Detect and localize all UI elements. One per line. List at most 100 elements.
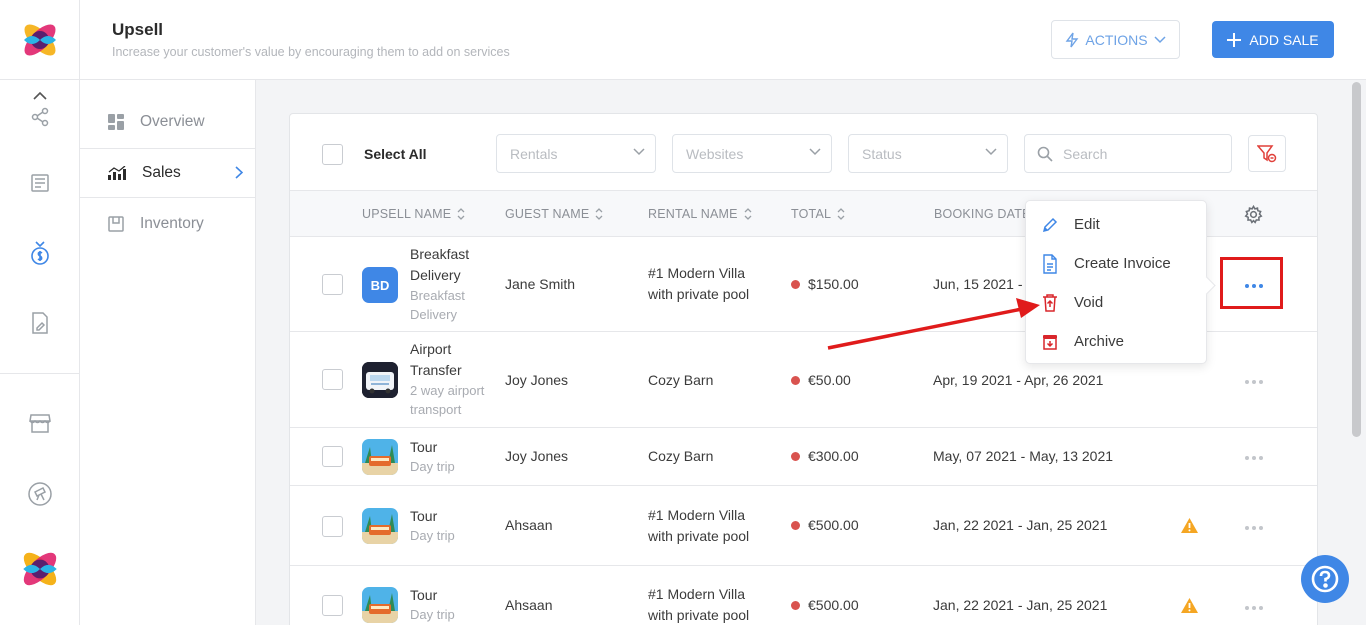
total-amount: $150.00 bbox=[791, 276, 859, 292]
search-input[interactable] bbox=[1063, 145, 1213, 162]
annotation-highlight-box bbox=[1220, 257, 1283, 309]
table-row[interactable]: Tour Day trip Ahsaan #1 Modern Villa with… bbox=[290, 566, 1317, 625]
app-logo-icon[interactable] bbox=[18, 18, 62, 62]
document-edit-icon[interactable] bbox=[26, 309, 54, 337]
table-row[interactable]: Tour Day trip Joy Jones Cozy Barn €300.0… bbox=[290, 428, 1317, 486]
status-dot bbox=[791, 520, 800, 530]
invoice-icon bbox=[1043, 253, 1057, 274]
chevron-right-icon bbox=[235, 166, 243, 179]
left-rail bbox=[0, 0, 80, 625]
top-bar: Upsell Increase your customer's value by… bbox=[80, 0, 1366, 80]
help-icon bbox=[1311, 565, 1339, 593]
upsell-description: Day trip bbox=[410, 459, 455, 474]
menu-label-create-invoice: Create Invoice bbox=[1074, 255, 1171, 272]
row-checkbox[interactable] bbox=[322, 516, 343, 537]
vertical-scrollbar[interactable] bbox=[1352, 82, 1361, 437]
chevron-down-icon bbox=[985, 148, 997, 156]
actions-button[interactable]: ACTIONS bbox=[1051, 20, 1180, 59]
subnav-item-sales[interactable]: Sales bbox=[80, 148, 255, 198]
tour-bus-image bbox=[362, 439, 398, 475]
sort-icon bbox=[837, 208, 845, 220]
help-button[interactable] bbox=[1301, 555, 1349, 603]
chevron-down-icon bbox=[1154, 35, 1166, 43]
column-header-guest-name[interactable]: GUEST NAME bbox=[505, 207, 603, 221]
sort-icon bbox=[595, 208, 603, 220]
collapse-up-icon[interactable] bbox=[26, 86, 54, 104]
status-dot bbox=[791, 375, 800, 385]
upsell-name: Tour bbox=[410, 587, 438, 603]
status-placeholder: Status bbox=[862, 145, 902, 162]
moneybag-icon[interactable] bbox=[26, 239, 54, 267]
more-options-icon[interactable] bbox=[1236, 518, 1272, 538]
row-checkbox[interactable] bbox=[322, 274, 343, 295]
menu-item-void[interactable]: Void bbox=[1026, 283, 1206, 322]
subnav-item-inventory[interactable]: Inventory bbox=[80, 199, 255, 249]
rental-name: #1 Modern Villa with private pool bbox=[648, 265, 750, 302]
subnav-label-inventory: Inventory bbox=[140, 215, 204, 232]
telescope-icon[interactable] bbox=[26, 480, 54, 508]
row-checkbox[interactable] bbox=[322, 595, 343, 616]
menu-item-edit[interactable]: Edit bbox=[1026, 205, 1206, 244]
upsell-name: Tour bbox=[410, 508, 438, 524]
table-row[interactable]: Tour Day trip Ahsaan #1 Modern Villa with… bbox=[290, 486, 1317, 566]
upsell-description: Day trip bbox=[410, 528, 455, 543]
column-header-booking-dates[interactable]: BOOKING DATES bbox=[934, 207, 1039, 221]
booking-dates: Jan, 22 2021 - Jan, 25 2021 bbox=[933, 597, 1108, 613]
booking-dates: May, 07 2021 - May, 13 2021 bbox=[933, 448, 1114, 464]
websites-dropdown[interactable]: Websites bbox=[672, 134, 832, 173]
more-options-icon[interactable] bbox=[1236, 372, 1272, 392]
sales-chart-icon bbox=[108, 166, 126, 180]
total-amount: €500.00 bbox=[791, 597, 859, 613]
sales-table-card: Select All Rentals Websites Status UPSEL… bbox=[289, 113, 1318, 625]
column-header-upsell-name[interactable]: UPSELL NAME bbox=[362, 207, 465, 221]
plus-icon bbox=[1227, 32, 1242, 47]
sort-icon bbox=[457, 208, 465, 220]
clear-filter-button[interactable] bbox=[1248, 135, 1286, 172]
add-sale-button[interactable]: ADD SALE bbox=[1212, 21, 1334, 58]
row-checkbox[interactable] bbox=[322, 446, 343, 467]
rental-name: #1 Modern Villa with private pool bbox=[648, 586, 750, 623]
more-options-icon[interactable] bbox=[1236, 598, 1272, 618]
gear-icon[interactable] bbox=[1244, 205, 1263, 224]
websites-placeholder: Websites bbox=[686, 145, 744, 162]
share-icon[interactable] bbox=[26, 103, 54, 131]
menu-item-archive[interactable]: Archive bbox=[1026, 322, 1206, 361]
upsell-description: Breakfast Delivery bbox=[410, 288, 465, 322]
avatar: BD bbox=[362, 267, 398, 303]
rental-name: #1 Modern Villa with private pool bbox=[648, 507, 750, 544]
column-header-total[interactable]: TOTAL bbox=[791, 207, 845, 221]
subnav-item-overview[interactable]: Overview bbox=[80, 97, 255, 147]
total-amount: €500.00 bbox=[791, 517, 859, 533]
avatar bbox=[362, 508, 398, 544]
row-checkbox[interactable] bbox=[322, 369, 343, 390]
guest-name: Joy Jones bbox=[505, 448, 569, 464]
more-options-icon[interactable] bbox=[1236, 448, 1272, 468]
warning-icon[interactable] bbox=[1180, 517, 1199, 534]
add-sale-label: ADD SALE bbox=[1249, 31, 1319, 48]
sort-icon bbox=[744, 208, 752, 220]
select-all-checkbox[interactable] bbox=[322, 144, 343, 165]
ledger-icon[interactable] bbox=[26, 169, 54, 197]
upsell-name: Airport Transfer bbox=[410, 341, 462, 378]
brand-logo-icon bbox=[23, 552, 57, 586]
booking-dates: Apr, 19 2021 - Apr, 26 2021 bbox=[933, 372, 1104, 388]
rental-name: Cozy Barn bbox=[648, 372, 714, 388]
menu-label-archive: Archive bbox=[1074, 333, 1125, 350]
chevron-down-icon bbox=[809, 148, 821, 156]
search-box[interactable] bbox=[1024, 134, 1232, 173]
subnav-label-sales: Sales bbox=[142, 164, 181, 181]
trash-icon bbox=[1043, 293, 1057, 312]
rentals-dropdown[interactable]: Rentals bbox=[496, 134, 656, 173]
status-dropdown[interactable]: Status bbox=[848, 134, 1008, 173]
chevron-down-icon bbox=[633, 148, 645, 156]
store-icon[interactable] bbox=[26, 409, 54, 437]
status-dot bbox=[791, 451, 800, 461]
avatar bbox=[362, 362, 398, 398]
tour-bus-image bbox=[362, 587, 398, 623]
pencil-icon bbox=[1042, 217, 1058, 232]
sub-navigation: Overview Sales Inventory bbox=[80, 80, 256, 625]
warning-icon[interactable] bbox=[1180, 597, 1199, 614]
guest-name: Ahsaan bbox=[505, 597, 553, 613]
menu-item-create-invoice[interactable]: Create Invoice bbox=[1026, 244, 1206, 283]
column-header-rental-name[interactable]: RENTAL NAME bbox=[648, 207, 752, 221]
